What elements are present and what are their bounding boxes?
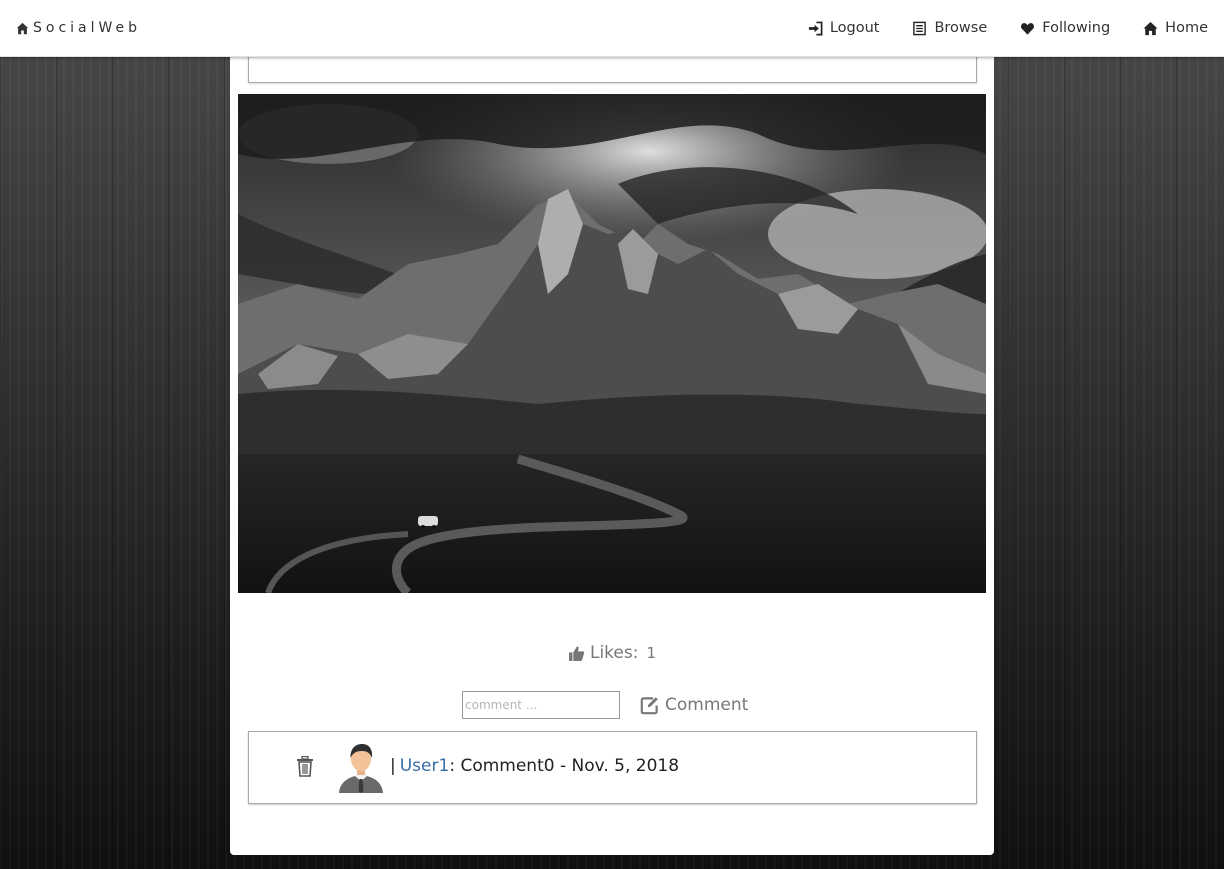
- nav-browse-label: Browse: [934, 20, 988, 36]
- comment-button[interactable]: Comment: [640, 695, 748, 715]
- home-icon: [16, 22, 29, 34]
- comment-form: Comment: [462, 689, 748, 721]
- comment-input[interactable]: [462, 691, 620, 719]
- likes-count: 1: [646, 644, 657, 662]
- nav-home-label: Home: [1165, 20, 1208, 36]
- nav-following[interactable]: Following: [1020, 20, 1110, 36]
- comment-user-link[interactable]: User1: [400, 756, 450, 776]
- nav-logout-label: Logout: [829, 20, 880, 36]
- list-icon: [913, 21, 927, 35]
- likes-label: Likes:: [589, 643, 639, 663]
- comment-item: | User1 : Comment0 - Nov. 5, 2018: [248, 731, 977, 804]
- likes-display: Likes: 1: [230, 640, 994, 666]
- nav-browse[interactable]: Browse: [912, 20, 987, 36]
- trash-icon[interactable]: [296, 756, 314, 777]
- brand-name: SocialWeb: [33, 20, 142, 36]
- edit-icon: [640, 696, 658, 714]
- brand-link[interactable]: SocialWeb: [16, 18, 141, 38]
- comment-button-label: Comment: [665, 695, 749, 715]
- heart-icon: [1021, 22, 1035, 35]
- home-icon: [1143, 21, 1158, 35]
- top-navbar: SocialWeb Logout Browse Following Home: [0, 0, 1224, 57]
- logout-icon: [808, 21, 823, 35]
- comment-body: Comment0 - Nov. 5, 2018: [455, 756, 680, 776]
- comment-text: | User1 : Comment0 - Nov. 5, 2018: [390, 754, 679, 778]
- thumbs-up-icon[interactable]: [568, 645, 585, 662]
- nav-links: Logout Browse Following Home: [808, 16, 1208, 40]
- avatar: [339, 744, 383, 793]
- post-card: Likes: 1 Comment | Use: [230, 40, 994, 855]
- nav-home[interactable]: Home: [1143, 20, 1208, 36]
- comment-separator: |: [390, 756, 396, 776]
- nav-following-label: Following: [1042, 20, 1111, 36]
- nav-logout[interactable]: Logout: [808, 20, 880, 36]
- post-image[interactable]: [238, 94, 986, 593]
